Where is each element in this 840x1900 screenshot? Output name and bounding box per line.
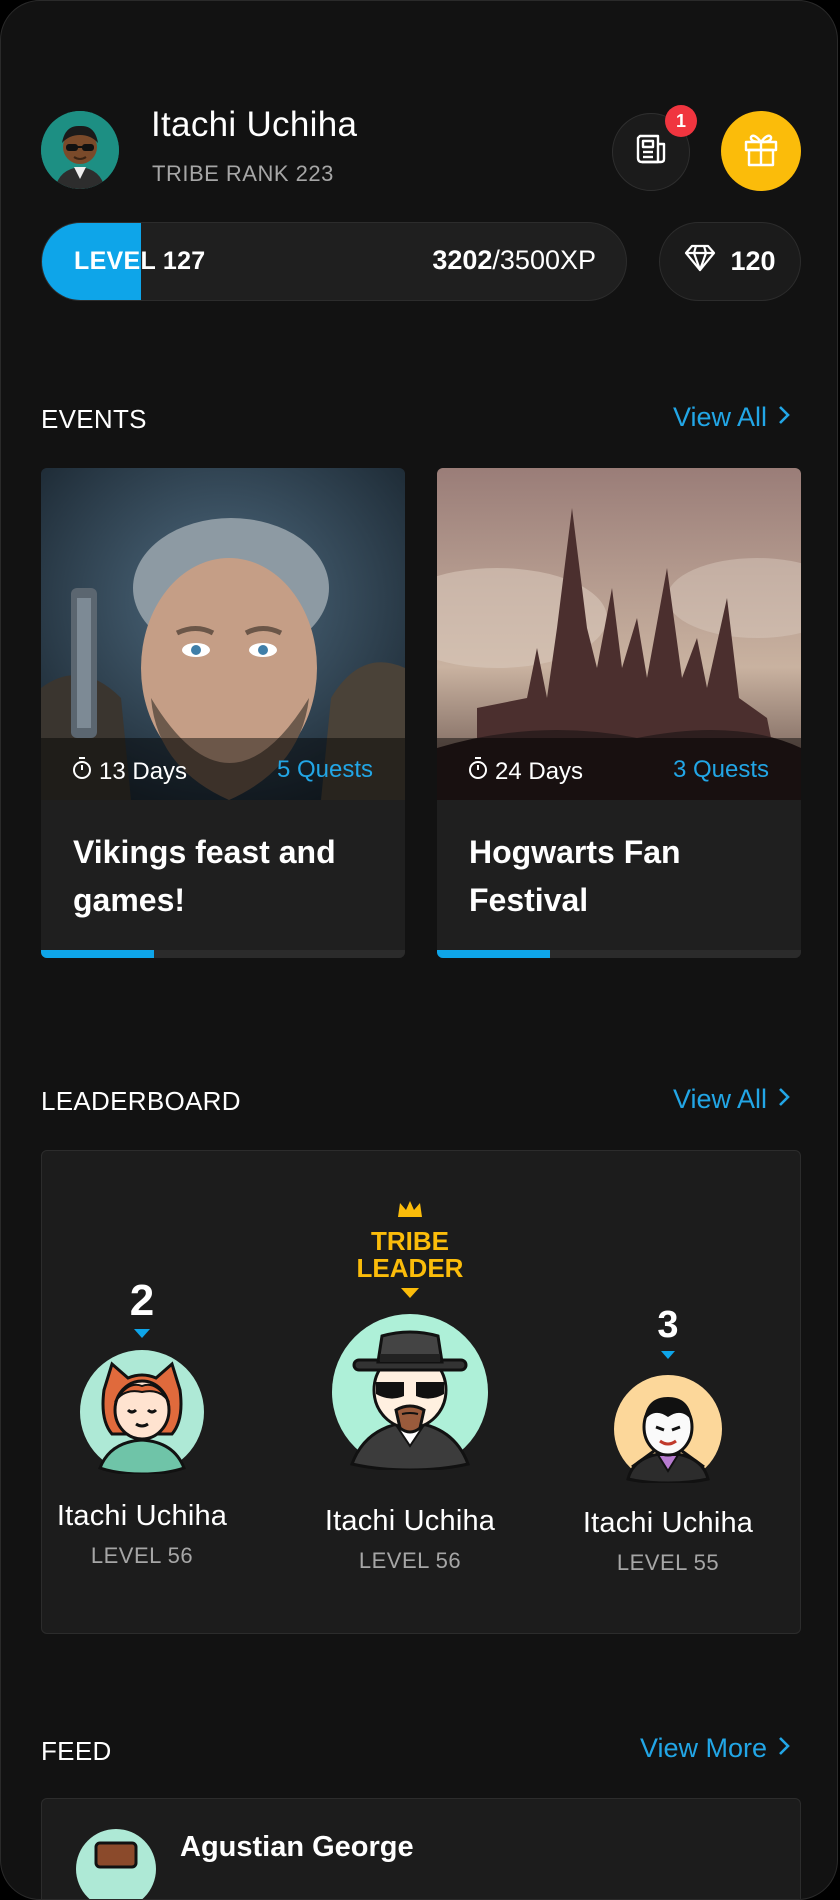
tribe-rank: TRIBE RANK 223 [152, 161, 334, 186]
feed-title: FEED [41, 1736, 112, 1766]
leaderboard-panel: 2 Itachi Uchiha LEVEL 56 TRIBE LEADER It… [41, 1150, 801, 1634]
level-progress-bar[interactable]: LEVEL 127 3202/3500XP [41, 222, 627, 301]
event-duration: 13 Days [71, 756, 187, 787]
chevron-right-icon [777, 402, 791, 433]
event-days: 13 Days [99, 757, 188, 785]
user-avatar[interactable] [41, 111, 119, 189]
feed-view-more-link[interactable]: View More [640, 1733, 791, 1764]
rank-arrow-icon [574, 1347, 762, 1365]
level-label: LEVEL 127 [74, 247, 206, 275]
event-progress-fill [41, 950, 154, 958]
xp-current: 3202 [432, 245, 493, 275]
player-name: Itachi Uchiha [324, 1505, 496, 1537]
event-meta: 13 Days 5 Quests [41, 738, 405, 800]
leaderboard-player-leader[interactable]: TRIBE LEADER Itachi Uchiha LEVEL 56 [310, 1199, 510, 1574]
stopwatch-icon [467, 756, 489, 787]
event-progress-fill [437, 950, 550, 958]
event-title: Vikings feast and games! [73, 834, 336, 918]
leaderboard-view-all-link[interactable]: View All [673, 1084, 791, 1115]
leaderboard-player-3[interactable]: 3 Itachi Uchiha LEVEL 55 [574, 1304, 762, 1576]
gift-button[interactable] [721, 111, 801, 191]
player-name: Itachi Uchiha [56, 1500, 228, 1532]
app-screen: Itachi Uchiha TRIBE RANK 223 1 LEVEL 127… [0, 0, 838, 1900]
event-progress-track [437, 950, 801, 958]
event-card[interactable]: 24 Days 3 Quests Hogwarts Fan Festival [437, 468, 801, 958]
player-name: Itachi Uchiha [582, 1507, 754, 1539]
feed-author-avatar [76, 1829, 156, 1899]
event-progress-track [41, 950, 405, 958]
rank-arrow-icon [52, 1326, 232, 1344]
newspaper-icon [633, 132, 669, 173]
event-days: 24 Days [495, 757, 584, 785]
feed-post[interactable]: Agustian George [41, 1798, 801, 1899]
notification-badge: 1 [665, 105, 697, 137]
player-level: LEVEL 55 [616, 1550, 720, 1575]
gift-icon [742, 130, 780, 173]
feed-author-name: Agustian George [180, 1831, 414, 1863]
stopwatch-icon [71, 756, 93, 787]
event-duration: 24 Days [467, 756, 583, 787]
user-name: Itachi Uchiha [151, 105, 358, 144]
player-avatar [332, 1314, 488, 1472]
leaderboard-title: LEADERBOARD [41, 1086, 241, 1116]
leaderboard-view-all-label: View All [672, 1084, 767, 1114]
rank-number: 3 [657, 1304, 679, 1346]
event-title: Hogwarts Fan Festival [469, 834, 681, 918]
events-title: EVENTS [41, 404, 147, 434]
chevron-right-icon [777, 1733, 791, 1764]
diamond-icon [684, 244, 716, 279]
xp-total: /3500XP [492, 245, 596, 275]
events-view-all-link[interactable]: View All [673, 402, 791, 433]
events-view-all-label: View All [672, 402, 767, 432]
chevron-right-icon [777, 1084, 791, 1115]
event-meta: 24 Days 3 Quests [437, 738, 801, 800]
leaderboard-player-2[interactable]: 2 Itachi Uchiha LEVEL 56 [52, 1276, 232, 1569]
xp-counter: 3202/3500XP [432, 245, 596, 276]
gems-count: 120 [730, 246, 776, 276]
player-level: LEVEL 56 [358, 1548, 462, 1573]
event-card[interactable]: 13 Days 5 Quests Vikings feast and games… [41, 468, 405, 958]
event-quests: 5 Quests [276, 756, 373, 783]
tribe-leader-badge: TRIBE LEADER [356, 1226, 464, 1283]
rank-arrow-icon [310, 1286, 510, 1304]
gems-balance[interactable]: 120 [659, 222, 801, 301]
crown-icon [310, 1199, 510, 1226]
rank-number: 2 [129, 1276, 155, 1325]
player-level: LEVEL 56 [90, 1543, 194, 1568]
player-avatar [614, 1375, 722, 1485]
feed-view-more-label: View More [639, 1733, 767, 1763]
player-avatar [80, 1350, 204, 1476]
event-quests: 3 Quests [672, 756, 769, 783]
